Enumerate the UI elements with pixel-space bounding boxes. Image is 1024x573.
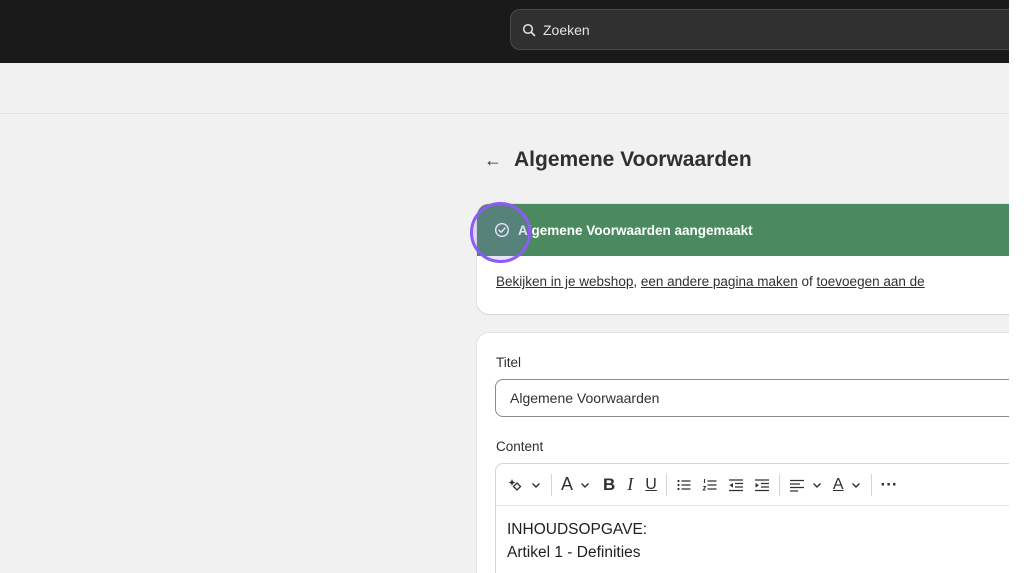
toolbar-divider (665, 473, 667, 496)
toolbar-divider (778, 473, 780, 496)
toolbar-divider (551, 473, 552, 496)
add-to-menu-link[interactable]: toevoegen aan de (817, 274, 925, 289)
indent-icon[interactable] (754, 473, 770, 497)
editor-content[interactable]: INHOUDSOPGAVE: Artikel 1 - Definities (496, 506, 1009, 564)
chevron-down-icon[interactable] (579, 473, 591, 497)
text-color-button[interactable]: A (833, 473, 844, 497)
magic-sparkle-icon[interactable] (508, 473, 524, 497)
bold-button[interactable]: B (603, 473, 615, 497)
create-another-page-link[interactable]: een andere pagina maken (641, 274, 798, 289)
numbered-list-icon[interactable] (702, 473, 718, 497)
app-canvas: Zoeken ← Algemene Voorwaarden Algemene V… (0, 0, 1009, 573)
search-bar[interactable]: Zoeken (510, 9, 1009, 50)
context-bar (0, 63, 1009, 114)
bullet-list-icon[interactable] (676, 473, 692, 497)
more-options-button[interactable]: ··· (881, 473, 898, 497)
toolbar-divider (870, 473, 872, 496)
banner-body: Bekijken in je webshop, een andere pagin… (477, 256, 1009, 289)
banner-header: Algemene Voorwaarden aangemaakt (477, 204, 1009, 256)
content-line: INHOUDSOPGAVE: (507, 521, 648, 538)
chevron-down-icon[interactable] (530, 473, 542, 497)
font-style-button[interactable]: A (561, 473, 573, 497)
back-arrow-icon[interactable]: ← (484, 150, 502, 171)
chevron-down-icon[interactable] (850, 473, 862, 497)
outdent-icon[interactable] (728, 473, 744, 497)
editor-toolbar: A B I U A ··· (496, 464, 1009, 506)
page-title: Algemene Voorwaarden (514, 148, 752, 171)
check-circle-icon (494, 222, 510, 238)
rich-text-editor: A B I U A ··· INHOUDSOPGAVE: Artikel 1 -… (495, 463, 1009, 573)
banner-title: Algemene Voorwaarden aangemaakt (518, 222, 753, 238)
chevron-down-icon[interactable] (811, 473, 823, 497)
underline-button[interactable]: U (645, 473, 657, 497)
page-form-card: Titel Content A B I U (477, 333, 1009, 573)
search-input[interactable]: Zoeken (543, 22, 590, 38)
align-left-icon[interactable] (789, 473, 805, 497)
view-in-webshop-link[interactable]: Bekijken in je webshop (496, 274, 633, 289)
page-header: ← Algemene Voorwaarden (484, 146, 752, 174)
or-text: of (801, 274, 813, 289)
italic-button[interactable]: I (627, 473, 633, 497)
title-input[interactable] (495, 379, 1009, 417)
top-bar: Zoeken (0, 0, 1009, 63)
comma-separator: , (633, 274, 641, 289)
success-banner: Algemene Voorwaarden aangemaakt Bekijken… (477, 204, 1009, 314)
content-line: Artikel 1 - Definities (507, 544, 641, 561)
title-label: Titel (496, 355, 522, 370)
content-label: Content (496, 439, 544, 454)
search-icon (522, 23, 536, 37)
window-edge (1009, 0, 1024, 573)
